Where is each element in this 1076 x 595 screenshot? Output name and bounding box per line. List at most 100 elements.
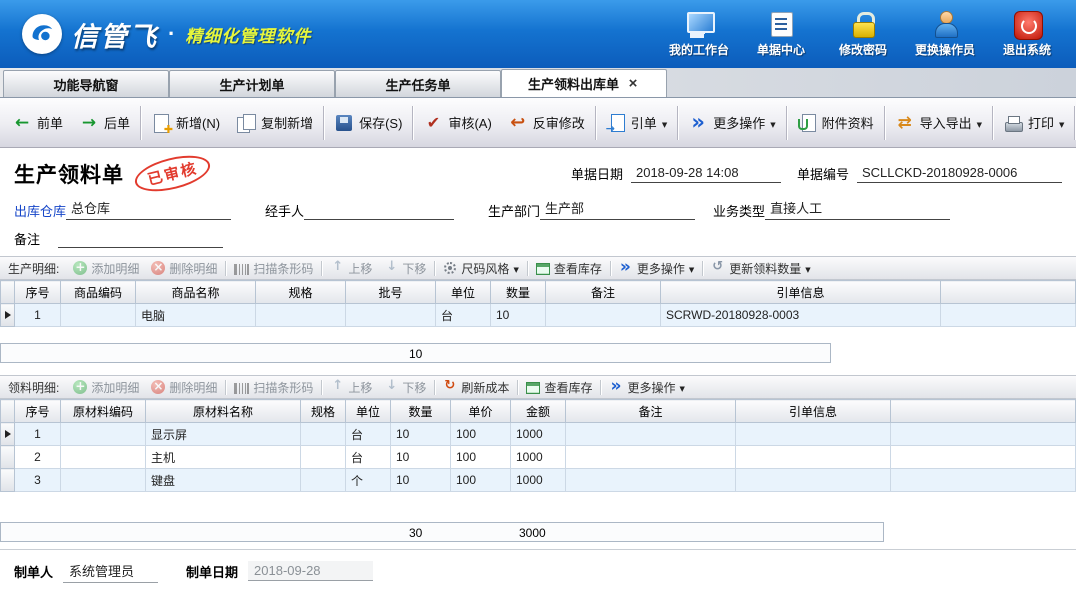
doc-no-field[interactable]: SCLLCKD-20180928-0006 xyxy=(857,164,1062,183)
more-actions-button[interactable]: 更多操作 xyxy=(680,104,783,142)
doc-date-field[interactable]: 2018-09-28 14:08 xyxy=(631,164,781,183)
more-actions-section-button[interactable]: 更多操作 xyxy=(613,259,700,278)
unaudit-button[interactable]: 反审修改 xyxy=(500,104,593,142)
move-down-button[interactable]: 下移 xyxy=(378,378,432,397)
button-label: 审核(A) xyxy=(448,113,491,132)
cell-seq[interactable]: 1 xyxy=(15,423,61,446)
cell-ref[interactable] xyxy=(736,469,891,492)
action-label: 更新领料数量 xyxy=(729,260,801,277)
update-qty-button[interactable]: 更新领料数量 xyxy=(705,259,816,278)
remarks-field[interactable] xyxy=(58,231,223,248)
section-separator xyxy=(434,380,435,395)
cell-note[interactable] xyxy=(566,423,736,446)
biz-type-field[interactable]: 直接人工 xyxy=(765,197,950,220)
cell-code[interactable] xyxy=(61,446,146,469)
cell-amount[interactable]: 1000 xyxy=(511,469,566,492)
header-action-workstation[interactable]: 我的工作台 xyxy=(658,8,740,61)
cell-ref[interactable] xyxy=(736,446,891,469)
tab-production-task[interactable]: 生产任务单 xyxy=(335,70,501,97)
new-button[interactable]: 新增(N) xyxy=(143,104,228,142)
cell-price[interactable]: 100 xyxy=(451,446,511,469)
cell-name[interactable]: 显示屏 xyxy=(146,423,301,446)
move-up-button[interactable]: 上移 xyxy=(324,378,378,397)
reference-doc-button[interactable]: 引单 xyxy=(598,104,675,142)
more-actions-section-button[interactable]: 更多操作 xyxy=(603,378,690,397)
delete-detail-button[interactable]: 删除明细 xyxy=(145,378,223,397)
handler-field[interactable] xyxy=(304,203,454,220)
cell-note[interactable] xyxy=(546,304,661,327)
print-button[interactable]: 打印 xyxy=(995,104,1072,142)
cell-amount[interactable]: 1000 xyxy=(511,446,566,469)
cell-ref[interactable] xyxy=(736,423,891,446)
header-action-change-password[interactable]: 修改密码 xyxy=(822,8,904,61)
copy-new-button[interactable]: 复制新增 xyxy=(228,104,321,142)
warehouse-field[interactable]: 总仓库 xyxy=(66,197,231,220)
cell-name[interactable]: 键盘 xyxy=(146,469,301,492)
cell-note[interactable] xyxy=(566,469,736,492)
add-detail-button[interactable]: 添加明细 xyxy=(67,259,145,278)
refresh-cost-button[interactable]: 刷新成本 xyxy=(437,378,515,397)
action-label: 下移 xyxy=(402,379,426,396)
close-icon[interactable] xyxy=(626,77,640,91)
scan-barcode-button[interactable]: 扫描条形码 xyxy=(228,259,319,278)
header-action-switch-operator[interactable]: 更换操作员 xyxy=(904,8,986,61)
view-stock-button[interactable]: 查看库存 xyxy=(520,378,598,397)
cell-qty[interactable]: 10 xyxy=(391,423,451,446)
cell-qty[interactable]: 10 xyxy=(491,304,546,327)
column-header: 原材料编码 xyxy=(61,400,146,423)
production-detail-toolbar: 生产明细: 添加明细 删除明细 扫描条形码 上移 下移 尺码风格 xyxy=(0,256,1076,280)
cell-name[interactable]: 主机 xyxy=(146,446,301,469)
cell-filler xyxy=(941,304,1076,327)
column-header: 规格 xyxy=(301,400,346,423)
move-down-button[interactable]: 下移 xyxy=(378,259,432,278)
cell-seq[interactable]: 3 xyxy=(15,469,61,492)
add-detail-button[interactable]: 添加明细 xyxy=(67,378,145,397)
cell-unit[interactable]: 台 xyxy=(436,304,491,327)
cell-unit[interactable]: 个 xyxy=(346,469,391,492)
cell-code[interactable] xyxy=(61,469,146,492)
next-doc-button[interactable]: 后单 xyxy=(71,104,138,142)
cell-unit[interactable]: 台 xyxy=(346,423,391,446)
cell-spec[interactable] xyxy=(301,469,346,492)
cell-spec[interactable] xyxy=(301,423,346,446)
header-action-document-center[interactable]: 单据中心 xyxy=(740,8,822,61)
cell-ref[interactable]: SCRWD-20180928-0003 xyxy=(661,304,941,327)
cell-code[interactable] xyxy=(61,304,136,327)
grid-row[interactable]: 3 键盘 个 10 100 1000 xyxy=(1,469,1076,492)
save-button[interactable]: 保存(S) xyxy=(326,104,410,142)
cell-filler xyxy=(891,446,1076,469)
cell-spec[interactable] xyxy=(301,446,346,469)
grid-row[interactable]: 2 主机 台 10 100 1000 xyxy=(1,446,1076,469)
prev-doc-button[interactable]: 前单 xyxy=(4,104,71,142)
delete-detail-button[interactable]: 删除明细 xyxy=(145,259,223,278)
cell-spec[interactable] xyxy=(256,304,346,327)
cell-qty[interactable]: 10 xyxy=(391,469,451,492)
cell-unit[interactable]: 台 xyxy=(346,446,391,469)
warehouse-label[interactable]: 出库仓库 xyxy=(14,201,66,220)
cell-batch[interactable] xyxy=(346,304,436,327)
cell-amount[interactable]: 1000 xyxy=(511,423,566,446)
scan-barcode-button[interactable]: 扫描条形码 xyxy=(228,378,319,397)
grid-row[interactable]: 1 显示屏 台 10 100 1000 xyxy=(1,423,1076,446)
cell-qty[interactable]: 10 xyxy=(391,446,451,469)
tab-function-nav[interactable]: 功能导航窗 xyxy=(3,70,169,97)
cell-seq[interactable]: 1 xyxy=(15,304,61,327)
move-up-button[interactable]: 上移 xyxy=(324,259,378,278)
cell-note[interactable] xyxy=(566,446,736,469)
view-stock-button[interactable]: 查看库存 xyxy=(530,259,608,278)
cell-code[interactable] xyxy=(61,423,146,446)
cell-price[interactable]: 100 xyxy=(451,469,511,492)
attachments-button[interactable]: 附件资料 xyxy=(789,104,882,142)
cell-price[interactable]: 100 xyxy=(451,423,511,446)
cell-name[interactable]: 电脑 xyxy=(136,304,256,327)
tab-production-material-out[interactable]: 生产领料出库单 xyxy=(501,69,667,97)
grid-row[interactable]: 1 电脑 台 10 SCRWD-20180928-0003 xyxy=(1,304,1076,327)
header-action-exit-system[interactable]: 退出系统 xyxy=(986,8,1068,61)
tab-label: 生产任务单 xyxy=(385,75,450,94)
audit-button[interactable]: 审核(A) xyxy=(415,104,499,142)
tab-production-plan[interactable]: 生产计划单 xyxy=(169,70,335,97)
size-style-button[interactable]: 尺码风格 xyxy=(437,259,524,278)
import-export-button[interactable]: 导入导出 xyxy=(887,104,990,142)
dept-field[interactable]: 生产部 xyxy=(540,197,695,220)
cell-seq[interactable]: 2 xyxy=(15,446,61,469)
